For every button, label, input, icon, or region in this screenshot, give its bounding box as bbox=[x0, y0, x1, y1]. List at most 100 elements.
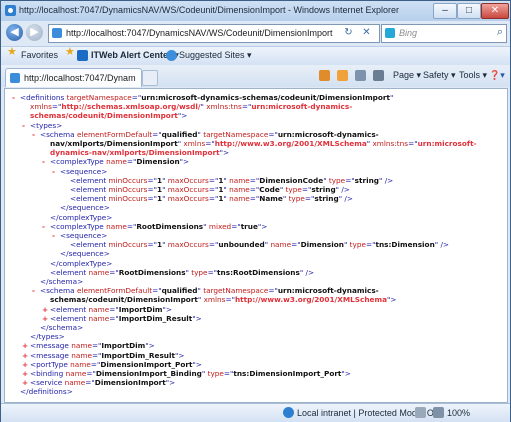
search-box[interactable]: Bing ⌕ bbox=[381, 24, 507, 43]
refresh-icon[interactable]: ↻ bbox=[343, 27, 354, 38]
xml-token: <binding bbox=[30, 369, 66, 378]
minimize-button[interactable]: – bbox=[433, 3, 457, 19]
xml-token: minOccurs bbox=[108, 240, 148, 250]
xml-line: <element minOccurs="1" maxOccurs="unboun… bbox=[62, 240, 449, 249]
xml-toggle[interactable]: - bbox=[52, 167, 60, 176]
xml-token: "> bbox=[257, 221, 268, 231]
xml-toggle[interactable]: + bbox=[22, 360, 30, 369]
xml-token: DimensionImport bbox=[94, 378, 166, 388]
xml-token: <portType bbox=[30, 359, 71, 369]
xml-line: </sequence> bbox=[52, 249, 110, 258]
print-icon[interactable] bbox=[373, 70, 384, 81]
suggested-sites-icon bbox=[166, 50, 177, 61]
page-menu[interactable]: Page ▾ bbox=[393, 70, 421, 81]
address-bar[interactable]: http://localhost:7047/DynamicsNAV/WS/Cod… bbox=[48, 24, 380, 43]
protected-mode-icon[interactable] bbox=[415, 407, 426, 418]
safety-menu[interactable]: Safety ▾ bbox=[423, 70, 456, 81]
xml-document-view[interactable]: - <definitions targetNamespace="urn:micro… bbox=[4, 88, 508, 403]
xml-token: maxOccurs bbox=[167, 194, 209, 204]
zoom-icon[interactable] bbox=[433, 407, 444, 418]
xml-token: dynamics-nav/xmlports/DimensionImport bbox=[50, 148, 220, 158]
xml-line: + <binding name="DimensionImport_Binding"… bbox=[22, 369, 351, 378]
mail-icon[interactable] bbox=[355, 70, 366, 81]
xml-token: xmlns:tns bbox=[206, 102, 242, 112]
xml-token: </types> bbox=[30, 332, 65, 342]
xml-token: qualified bbox=[161, 286, 198, 296]
tools-menu[interactable]: Tools ▾ bbox=[459, 70, 487, 81]
xml-token: "> bbox=[165, 378, 176, 388]
maximize-button[interactable]: □ bbox=[457, 3, 481, 19]
xml-token: <types> bbox=[30, 120, 63, 130]
xml-token: tns:DimensionImport_Port bbox=[233, 369, 342, 378]
xml-toggle[interactable]: - bbox=[42, 222, 50, 231]
tab-favicon bbox=[10, 73, 20, 83]
xml-token: " /> bbox=[299, 267, 315, 277]
xml-toggle[interactable]: + bbox=[42, 314, 50, 323]
address-url[interactable]: http://localhost:7047/DynamicsNAV/WS/Cod… bbox=[66, 28, 336, 38]
zoom-level[interactable]: 100% bbox=[447, 408, 470, 418]
xml-token: elementFormDefault bbox=[76, 286, 153, 296]
xml-token: </complexType> bbox=[50, 212, 113, 222]
xml-token: name bbox=[64, 378, 86, 388]
back-button[interactable]: ◀ bbox=[6, 24, 23, 41]
help-icon[interactable]: ❓▾ bbox=[489, 70, 505, 81]
xml-line: dynamics-nav/xmlports/DimensionImport"> bbox=[42, 148, 229, 157]
xml-token: schemas/codeunit/DimensionImport bbox=[30, 111, 178, 121]
xml-token: <complexType bbox=[50, 221, 107, 231]
close-button[interactable]: ✕ bbox=[481, 3, 509, 19]
xml-toggle[interactable]: - bbox=[52, 231, 60, 240]
new-tab-button[interactable] bbox=[142, 70, 158, 86]
xml-token: " /> bbox=[338, 194, 353, 204]
xml-toggle[interactable]: + bbox=[42, 305, 50, 314]
xml-token: =" bbox=[85, 378, 95, 388]
xml-token: name bbox=[88, 304, 110, 314]
search-icon[interactable]: ⌕ bbox=[497, 26, 503, 39]
suggested-sites-link[interactable]: Suggested Sites ▾ bbox=[179, 50, 252, 61]
xml-token: Name bbox=[259, 194, 283, 204]
xml-token: name bbox=[229, 185, 250, 194]
xml-token: =" bbox=[131, 93, 142, 102]
xml-token: <service bbox=[30, 378, 65, 388]
forward-button[interactable]: ▶ bbox=[26, 24, 43, 41]
xml-toggle[interactable]: + bbox=[22, 378, 30, 387]
favorites-button[interactable]: Favorites bbox=[21, 50, 58, 60]
add-favorite-icon[interactable]: ★ bbox=[65, 45, 75, 58]
home-icon[interactable] bbox=[319, 70, 330, 81]
xml-toggle[interactable]: + bbox=[22, 369, 30, 378]
favorites-star-icon[interactable]: ★ bbox=[7, 45, 17, 58]
xml-token: name bbox=[229, 175, 250, 185]
xml-token: name bbox=[71, 341, 92, 351]
search-placeholder[interactable]: Bing bbox=[399, 28, 417, 38]
xml-token: =" bbox=[291, 240, 301, 250]
xml-token: unbounded bbox=[218, 240, 265, 250]
xml-token: type bbox=[285, 185, 302, 194]
xml-token: <element bbox=[70, 175, 109, 185]
xml-token: =" bbox=[126, 157, 137, 167]
xml-token: =" bbox=[147, 240, 157, 250]
xml-line: schemas/codeunit/DimensionImport" xmlns=… bbox=[42, 295, 396, 304]
xml-token: http://schemas.xmlsoap.org/wsdl/ bbox=[61, 102, 201, 112]
xml-toggle[interactable]: + bbox=[22, 351, 30, 360]
xml-toggle[interactable]: - bbox=[32, 286, 40, 295]
xml-toggle[interactable]: - bbox=[32, 130, 40, 139]
feeds-icon[interactable] bbox=[337, 70, 348, 81]
xml-toggle[interactable]: + bbox=[22, 341, 30, 350]
favorites-bar: ★ Favorites ★ ITWeb Alert Center ▾ Sugge… bbox=[1, 46, 510, 66]
xml-token: "> bbox=[219, 148, 230, 158]
stop-icon[interactable]: ✕ bbox=[361, 27, 372, 38]
xml-token: nav/xmlports/DimensionImport bbox=[50, 139, 178, 148]
xml-toggle[interactable]: - bbox=[12, 93, 20, 102]
xml-token: minOccurs bbox=[108, 175, 148, 185]
xml-token: "> bbox=[179, 157, 190, 167]
xml-toggle[interactable]: - bbox=[42, 157, 50, 166]
xml-line: xmlns="http://schemas.xmlsoap.org/wsdl/"… bbox=[22, 102, 352, 111]
tab-title: http://localhost:7047/DynamicsNAV/WS/Cod… bbox=[24, 73, 136, 83]
xml-token: Dimension bbox=[136, 157, 180, 167]
xml-toggle[interactable]: - bbox=[22, 121, 30, 130]
xml-token: =" bbox=[231, 221, 241, 231]
xml-token: =" bbox=[268, 286, 278, 296]
xml-line: <element minOccurs="1" maxOccurs="1" nam… bbox=[62, 185, 350, 194]
active-tab[interactable]: http://localhost:7047/DynamicsNAV/WS/Cod… bbox=[5, 68, 142, 87]
status-bar: Local intranet | Protected Mode: Off 100… bbox=[1, 403, 510, 422]
xml-token: ImportDim_Result bbox=[101, 350, 175, 360]
